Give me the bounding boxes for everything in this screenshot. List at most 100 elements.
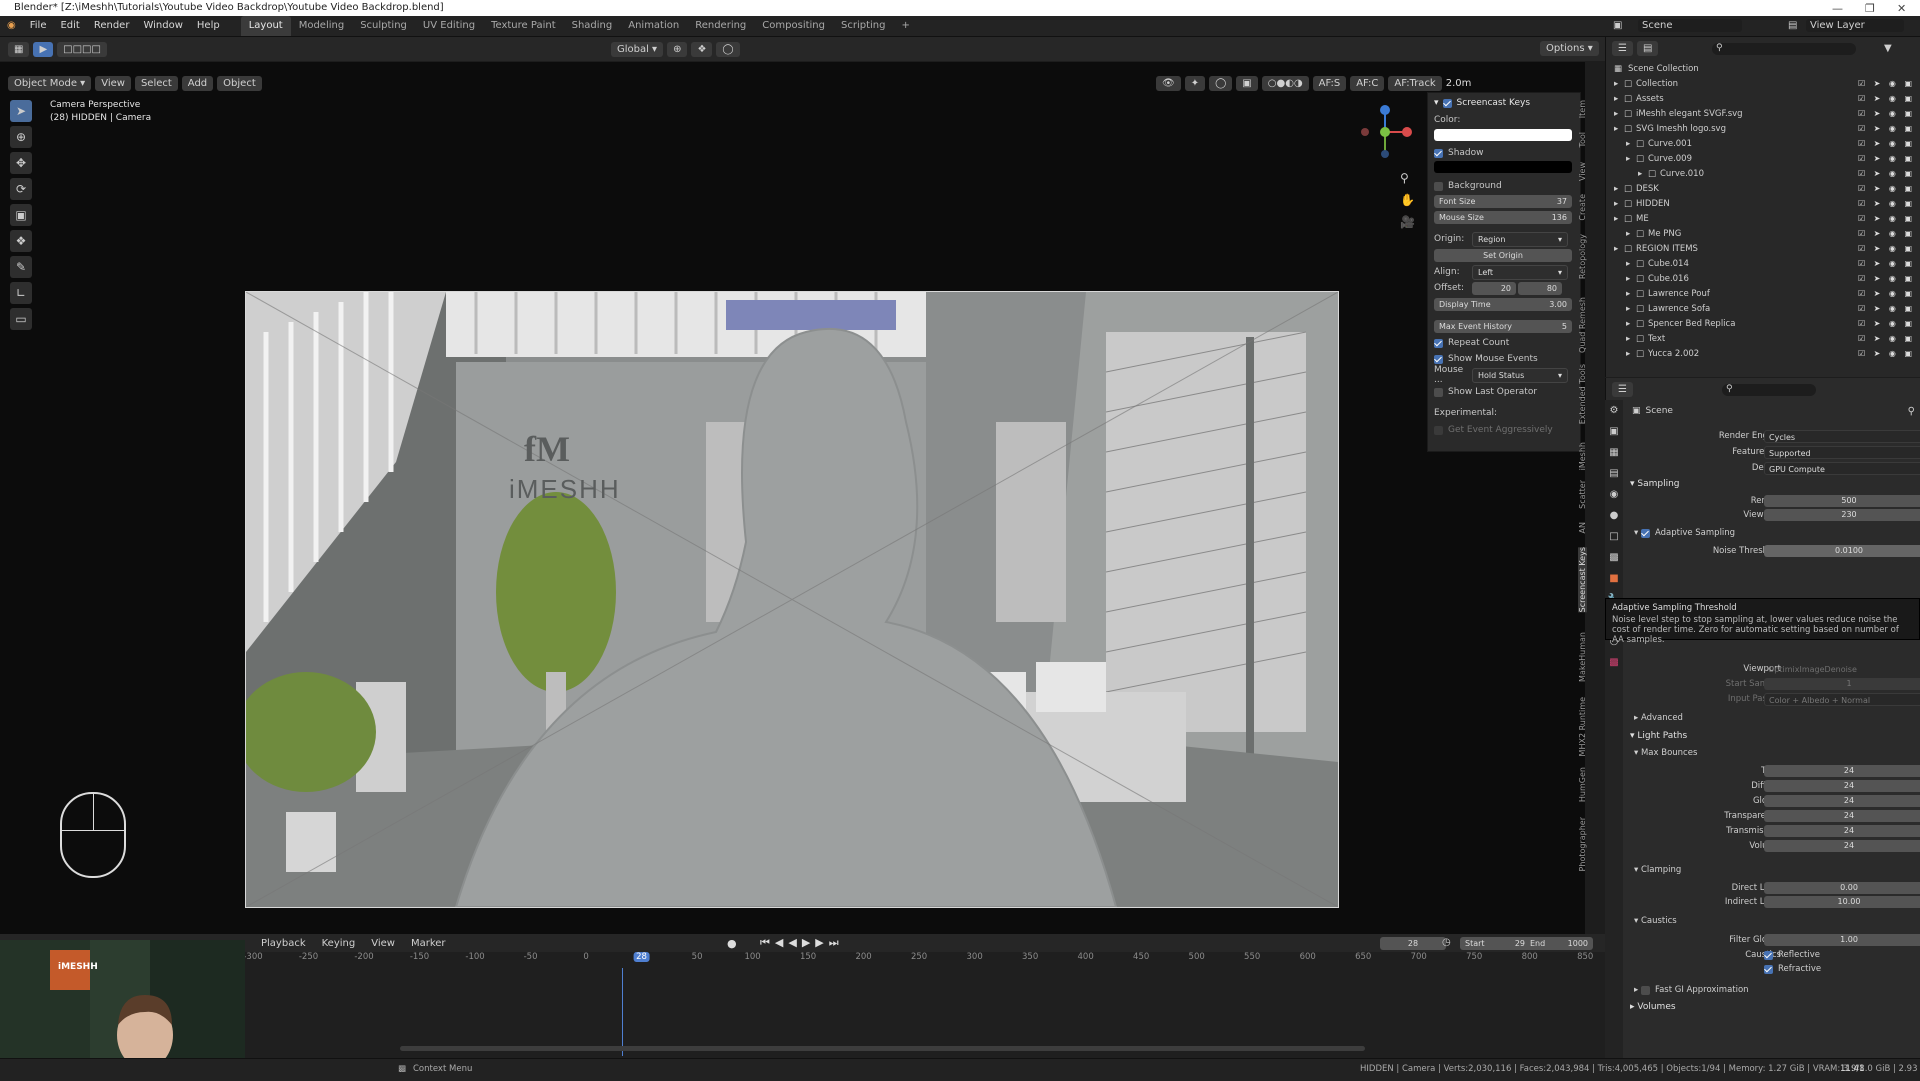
navigation-gizmo[interactable] [1355, 102, 1415, 162]
view-layer-selector[interactable]: View Layer [1806, 19, 1904, 32]
side-tab-makehuman[interactable]: MakeHuman [1578, 632, 1587, 682]
offset-y-field[interactable]: 80 [1518, 281, 1562, 295]
display-time-field[interactable]: Display Time 3.00 [1434, 297, 1574, 311]
render-engine-dropdown[interactable]: Cycles [1764, 429, 1920, 443]
scene-props-icon[interactable]: ◉ [1605, 484, 1623, 505]
visibility-toggles-icon[interactable]: ☑ ➤ ◉ ▣ [1858, 139, 1915, 148]
texture-props-icon[interactable]: ▩ [1605, 547, 1623, 568]
workspace-tab-rendering[interactable]: Rendering [687, 16, 754, 36]
shading-modes[interactable]: ○●◐◑ [1261, 76, 1309, 91]
visibility-toggles-icon[interactable]: ☑ ➤ ◉ ▣ [1858, 79, 1915, 88]
expand-arrow-icon[interactable]: ▸ [1626, 319, 1630, 329]
bounce-value-field[interactable]: 24 [1764, 780, 1920, 792]
visibility-toggles-icon[interactable]: ☑ ➤ ◉ ▣ [1858, 109, 1915, 118]
visibility-toggles-icon[interactable]: ☑ ➤ ◉ ▣ [1858, 124, 1915, 133]
filter-icon[interactable]: ▼ [1884, 43, 1892, 54]
workspace-tab-uv-editing[interactable]: UV Editing [415, 16, 483, 36]
pin-icon[interactable]: ⚲ [1908, 406, 1915, 417]
viewport-samples-field[interactable]: 230 [1764, 509, 1920, 521]
timeline-scrollbar[interactable] [400, 1046, 1365, 1051]
current-frame-field[interactable]: 28 [1380, 937, 1446, 950]
outliner-item[interactable]: ▸ □ Cube.016 ☑ ➤ ◉ ▣ [1606, 271, 1920, 286]
refractive-row[interactable]: Refractive [1764, 964, 1821, 974]
start-frame-field[interactable]: Start 29 [1460, 937, 1530, 950]
timeline-ruler[interactable]: -300 -250 -200 -150 -100 -50 0 28 50 100 150 200 250… [243, 952, 1605, 968]
add-cube-tool-icon[interactable]: ▭ [10, 308, 32, 330]
display-mode-icon[interactable]: ▤ [1636, 41, 1659, 56]
visibility-toggles-icon[interactable]: ☑ ➤ ◉ ▣ [1858, 349, 1915, 358]
outliner-scene-collection[interactable]: ▦ Scene Collection [1606, 61, 1920, 76]
workspace-tab-shading[interactable]: Shading [564, 16, 621, 36]
expand-arrow-icon[interactable]: ▸ [1614, 199, 1618, 209]
visibility-toggles-icon[interactable]: ☑ ➤ ◉ ▣ [1858, 94, 1915, 103]
output-props-icon[interactable]: ▦ [1605, 442, 1623, 463]
move-tool-icon[interactable]: ✥ [10, 152, 32, 174]
outliner-item[interactable]: ▸ □ iMeshh elegant SVGF.svg ☑ ➤ ◉ ▣ [1606, 106, 1920, 121]
viewport-menu-select[interactable]: Select [134, 76, 178, 91]
repeat-count-checkbox[interactable] [1434, 338, 1443, 348]
bounce-value-field[interactable]: 24 [1764, 840, 1920, 852]
properties-editor-icon[interactable]: ☰ [1612, 382, 1633, 397]
expand-arrow-icon[interactable]: ▸ [1626, 289, 1630, 299]
timeline-menu-keying[interactable]: Keying [316, 936, 362, 951]
shadow-checkbox[interactable] [1434, 148, 1443, 158]
af-c-button[interactable]: AF:C [1350, 76, 1385, 91]
view-layer-props-icon[interactable]: ▤ [1605, 463, 1623, 484]
expand-arrow-icon[interactable]: ▸ [1626, 154, 1630, 164]
workspace-tab-modeling[interactable]: Modeling [291, 16, 353, 36]
start-sample-field[interactable]: 1 [1764, 678, 1920, 690]
color-swatch[interactable] [1434, 129, 1572, 141]
bounce-value-field[interactable]: 24 [1764, 825, 1920, 837]
expand-arrow-icon[interactable]: ▸ [1614, 214, 1618, 224]
outliner-item[interactable]: ▸ □ Spencer Bed Replica ☑ ➤ ◉ ▣ [1606, 316, 1920, 331]
pan-hand-icon[interactable]: ✋ [1400, 189, 1415, 211]
visibility-toggles-icon[interactable]: ☑ ➤ ◉ ▣ [1858, 184, 1915, 193]
expand-arrow-icon[interactable]: ▸ [1626, 349, 1630, 359]
bounce-value-field[interactable]: 24 [1764, 795, 1920, 807]
pivot-icon[interactable]: ⊕ [667, 41, 688, 57]
transform-orientation-dropdown[interactable]: Global ▾ [610, 41, 664, 57]
render-samples-field[interactable]: 500 [1764, 495, 1920, 507]
input-passes-dropdown[interactable]: Color + Albedo + Normal [1764, 692, 1920, 706]
xray-icon[interactable]: ▣ [1236, 76, 1258, 91]
scene-selector[interactable]: Scene [1638, 19, 1742, 32]
outliner-item[interactable]: ▸ □ SVG Imeshh logo.svg ☑ ➤ ◉ ▣ [1606, 121, 1920, 136]
playhead-line[interactable] [622, 968, 623, 1056]
expand-arrow-icon[interactable]: ▸ [1614, 244, 1618, 254]
reflective-checkbox[interactable] [1764, 950, 1773, 960]
adaptive-sampling-row[interactable]: ▾ Adaptive Sampling [1634, 526, 1735, 540]
visibility-toggles-icon[interactable]: ☑ ➤ ◉ ▣ [1858, 319, 1915, 328]
keys-panel-header[interactable]: ▾ Screencast Keys [1434, 96, 1574, 110]
maximize-icon[interactable]: ❐ [1865, 2, 1875, 15]
screencast-keys-checkbox[interactable] [1442, 98, 1452, 108]
origin-dropdown[interactable]: Region ▾ [1472, 231, 1568, 247]
sampling-section[interactable]: ▾ Sampling [1624, 476, 1920, 492]
outliner-item[interactable]: ▸ □ Lawrence Pouf ☑ ➤ ◉ ▣ [1606, 286, 1920, 301]
side-tab-create[interactable]: Create [1578, 194, 1587, 221]
menu-edit[interactable]: Edit [53, 16, 86, 36]
side-tab-item[interactable]: Item [1578, 100, 1587, 118]
visibility-toggles-icon[interactable]: ☑ ➤ ◉ ▣ [1858, 199, 1915, 208]
expand-arrow-icon[interactable]: ▸ [1614, 124, 1618, 134]
options-dropdown[interactable]: Options ▾ [1540, 41, 1599, 56]
expand-arrow-icon[interactable]: ▸ [1614, 79, 1618, 89]
repeat-count-row[interactable]: Repeat Count [1434, 336, 1574, 350]
volumes-section[interactable]: ▸ Volumes [1624, 999, 1920, 1015]
refractive-checkbox[interactable] [1764, 964, 1773, 974]
visibility-toggles-icon[interactable]: ☑ ➤ ◉ ▣ [1858, 274, 1915, 283]
menu-help[interactable]: Help [190, 16, 227, 36]
expand-arrow-icon[interactable]: ▸ [1614, 94, 1618, 104]
outliner-item[interactable]: ▸ □ DESK ☑ ➤ ◉ ▣ [1606, 181, 1920, 196]
expand-arrow-icon[interactable]: ▸ [1626, 139, 1630, 149]
outliner-item[interactable]: ▸ □ Yucca 2.002 ☑ ➤ ◉ ▣ [1606, 346, 1920, 361]
device-dropdown[interactable]: GPU Compute [1764, 461, 1920, 475]
expand-arrow-icon[interactable]: ▸ [1614, 184, 1618, 194]
outliner-item[interactable]: ▸ □ Cube.014 ☑ ➤ ◉ ▣ [1606, 256, 1920, 271]
expand-arrow-icon[interactable]: ▸ [1638, 169, 1642, 179]
shadow-color-swatch[interactable] [1434, 161, 1572, 173]
select-tool-icon[interactable]: ➤ [10, 100, 32, 122]
visibility-toggles-icon[interactable]: ☑ ➤ ◉ ▣ [1858, 259, 1915, 268]
af-s-button[interactable]: AF:S [1312, 76, 1347, 91]
visibility-toggles-icon[interactable]: ☑ ➤ ◉ ▣ [1858, 334, 1915, 343]
expand-arrow-icon[interactable]: ▸ [1626, 259, 1630, 269]
